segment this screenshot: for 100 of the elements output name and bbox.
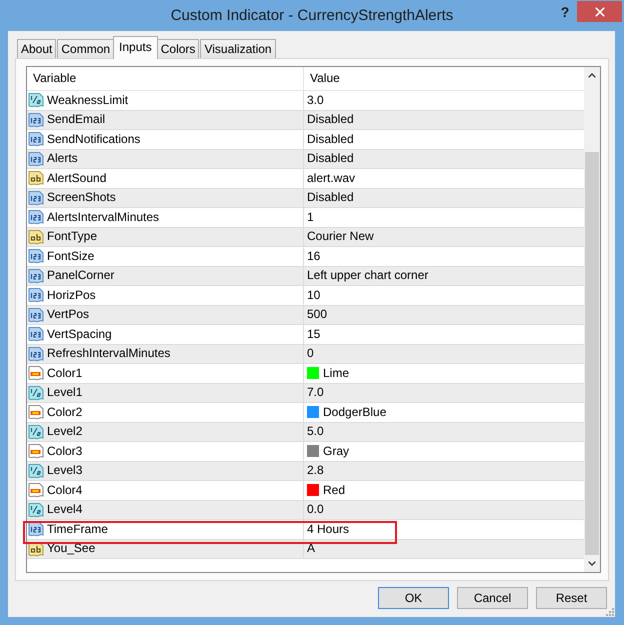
value-text: 0.0	[307, 502, 324, 518]
value-text: Disabled	[307, 112, 354, 128]
variable-name: Color4	[47, 482, 82, 498]
variable-name: Color1	[47, 366, 82, 381]
caret-up-icon	[588, 73, 596, 78]
variable-name: Level3	[47, 463, 82, 478]
value-text: 10	[307, 288, 320, 303]
value-text: 16	[307, 248, 320, 264]
integer-type-icon	[28, 268, 44, 284]
table-row[interactable]: Color3 Gray	[27, 442, 584, 462]
dialog-button[interactable]: OK	[378, 587, 449, 609]
variable-name: Level1	[47, 385, 82, 400]
table-row[interactable]: RefreshIntervalMinutes 0	[27, 344, 584, 364]
integer-type-icon	[28, 306, 44, 323]
table-row[interactable]: AlertsIntervalMinutes 1	[27, 208, 584, 228]
table-row[interactable]: Color4 Red	[27, 481, 584, 500]
tab[interactable]: Visualization	[200, 39, 276, 58]
variable-name: FontType	[47, 229, 98, 244]
variable-name: PanelCorner	[47, 268, 114, 284]
help-button[interactable]: ?	[559, 4, 571, 21]
table-row[interactable]: ScreenShots Disabled	[27, 188, 584, 208]
table-row[interactable]: SendNotifications Disabled	[27, 130, 584, 150]
integer-type-icon	[28, 190, 44, 206]
variable-name: Color3	[47, 444, 82, 459]
variable-name: VertSpacing	[47, 326, 112, 342]
variable-name: Level2	[47, 424, 82, 440]
value-text: Courier New	[307, 229, 374, 244]
table-row[interactable]: Level1 7.0	[27, 384, 584, 403]
variable-name: HorizPos	[47, 288, 96, 303]
variable-name: SendEmail	[47, 112, 106, 128]
table-row[interactable]: SendEmail Disabled	[27, 110, 584, 130]
fraction-type-icon	[28, 502, 44, 518]
variable-name: AlertsIntervalMinutes	[47, 210, 160, 225]
table-row[interactable]: HorizPos 10	[27, 286, 584, 306]
dialog-button[interactable]: Cancel	[457, 587, 528, 609]
tab[interactable]: Inputs	[113, 36, 158, 59]
value-text: Red	[323, 482, 346, 498]
variable-name: ScreenShots	[47, 190, 116, 206]
variable-name: FontSize	[47, 248, 94, 264]
variable-name: SendNotifications	[47, 132, 140, 147]
table-row[interactable]: VertSpacing 15	[27, 325, 584, 344]
table-row[interactable]: VertPos 500	[27, 306, 584, 325]
table-row[interactable]: WeaknessLimit 3.0	[27, 91, 584, 110]
value-text: Left upper chart corner	[307, 268, 428, 284]
fraction-type-icon	[28, 92, 44, 108]
integer-type-icon	[28, 326, 44, 342]
fraction-type-icon	[28, 462, 44, 479]
value-text: 3.0	[307, 92, 324, 108]
value-text: 0	[307, 346, 314, 362]
integer-type-icon	[28, 248, 44, 264]
variable-name: WeaknessLimit	[47, 92, 128, 108]
table-row[interactable]: Level3 2.8	[27, 462, 584, 481]
integer-type-icon	[28, 346, 44, 362]
integer-type-icon	[28, 521, 44, 538]
value-text: Disabled	[307, 151, 354, 166]
integer-type-icon	[28, 287, 44, 304]
scrollbar-thumb[interactable]	[585, 152, 599, 555]
variable-name: VertPos	[47, 307, 90, 322]
window-title: Custom Indicator - CurrencyStrengthAlerts	[170, 6, 454, 24]
value-text: 4 Hours	[307, 522, 350, 537]
variable-name: TimeFrame	[47, 522, 108, 537]
text-type-icon	[28, 228, 44, 245]
value-text: A	[307, 541, 316, 556]
column-header: Variable	[27, 67, 304, 90]
variable-name: Alerts	[47, 151, 78, 166]
column-header: Value	[309, 70, 341, 87]
variable-name: Color2	[47, 404, 82, 420]
value-text: Disabled	[307, 190, 354, 206]
table-row[interactable]: Alerts Disabled	[27, 150, 584, 169]
value-text: 7.0	[307, 385, 324, 400]
variable-name: You_See	[47, 541, 96, 556]
table-row[interactable]: PanelCorner Left upper chart corner	[27, 266, 584, 286]
integer-type-icon	[28, 112, 44, 128]
value-text: 2.8	[307, 463, 324, 478]
table-row[interactable]: AlertSound alert.wav	[27, 169, 584, 188]
value-text: 15	[307, 326, 320, 342]
tab[interactable]: Colors	[156, 39, 200, 58]
table-row[interactable]: Color2 DodgerBlue	[27, 403, 584, 422]
table-row[interactable]: Level2 5.0	[27, 422, 584, 442]
table-row[interactable]: Level4 0.0	[27, 500, 584, 520]
value-text: 500	[307, 307, 328, 322]
value-text: 1	[307, 210, 314, 225]
integer-type-icon	[28, 209, 44, 226]
caret-down-icon	[588, 561, 596, 566]
tab[interactable]: About	[17, 39, 56, 58]
value-text: Disabled	[307, 132, 354, 147]
dialog-button[interactable]: Reset	[536, 587, 607, 609]
variable-name: Level4	[47, 502, 82, 518]
text-type-icon	[28, 170, 44, 186]
value-text: DodgerBlue	[323, 404, 386, 420]
table-row[interactable]: FontType Courier New	[27, 228, 584, 247]
tab[interactable]: Common	[57, 39, 114, 58]
fraction-type-icon	[28, 424, 44, 440]
close-button[interactable]	[577, 1, 622, 22]
table-row[interactable]: FontSize 16	[27, 247, 584, 266]
integer-type-icon	[28, 150, 44, 167]
value-text: alert.wav	[307, 170, 356, 186]
value-text: 5.0	[307, 424, 324, 440]
resize-grip-icon[interactable]	[606, 608, 614, 616]
table-row[interactable]: Color1 Lime	[27, 364, 584, 384]
